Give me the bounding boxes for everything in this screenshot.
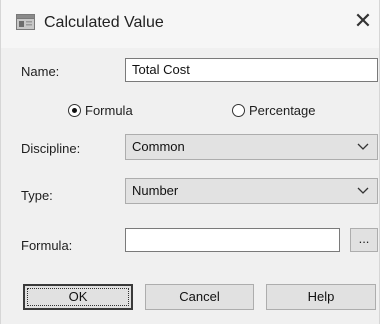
dialog-body: Name: Total Cost Formula Percentage Disc… — [1, 48, 379, 324]
name-label: Name: — [21, 64, 60, 79]
dialog-title: Calculated Value — [44, 14, 164, 31]
title-bar: Calculated Value ✕ — [1, 0, 379, 48]
percentage-radio-label: Percentage — [249, 103, 316, 118]
close-icon: ✕ — [353, 8, 373, 33]
ok-button[interactable]: OK — [23, 284, 133, 310]
formula-browse-button[interactable]: ... — [350, 228, 378, 252]
type-value: Number — [132, 183, 179, 198]
name-input[interactable]: Total Cost — [125, 58, 378, 82]
type-select[interactable]: Number — [125, 178, 378, 204]
discipline-value: Common — [132, 139, 185, 154]
percentage-radio-circle — [232, 104, 245, 117]
help-button[interactable]: Help — [266, 284, 376, 310]
type-label: Type: — [21, 188, 53, 203]
radio-selected-dot — [72, 108, 77, 113]
formula-radio-circle — [68, 104, 81, 117]
cancel-button[interactable]: Cancel — [145, 284, 254, 310]
percentage-radio[interactable]: Percentage — [232, 103, 332, 119]
discipline-select[interactable]: Common — [125, 134, 378, 160]
window-icon — [16, 14, 35, 30]
formula-label: Formula: — [21, 238, 73, 253]
calculated-value-dialog: Calculated Value ✕ Name: Total Cost Form… — [0, 0, 380, 324]
formula-radio[interactable]: Formula — [68, 103, 148, 119]
chevron-down-icon — [357, 135, 369, 159]
chevron-down-icon — [357, 179, 369, 203]
formula-input[interactable] — [125, 228, 340, 252]
formula-radio-label: Formula — [85, 103, 133, 118]
discipline-label: Discipline: — [21, 141, 81, 156]
close-button[interactable]: ✕ — [351, 10, 375, 34]
focus-rectangle — [27, 288, 129, 306]
